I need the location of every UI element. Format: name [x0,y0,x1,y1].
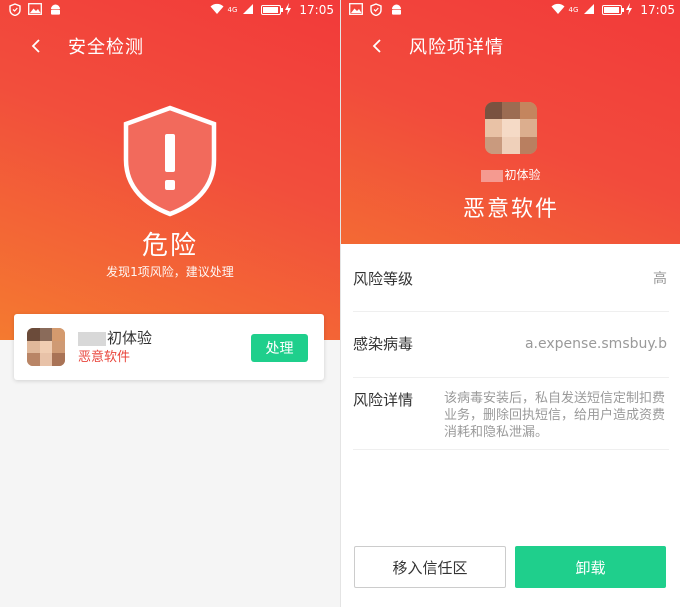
network-type-label: 4G [227,6,238,14]
wifi-icon [551,3,565,17]
blurred-name-part [481,169,504,182]
handle-button[interactable]: 处理 [251,334,308,362]
status-time: 17:05 [299,3,334,17]
shield-icon [8,3,22,17]
page-title: 风险项详情 [409,37,504,58]
top-nav: 风险项详情 [341,30,680,66]
image-icon [349,3,363,17]
wifi-icon [210,3,224,17]
blurred-name-part [78,331,106,346]
detail-app-name: 初体验 [341,167,680,183]
app-name-text: 初体验 [107,329,153,347]
risk-description-value: 该病毒安装后，私自发送短信定制扣费业务，删除回执短信，给用户造成资费消耗和隐私泄… [444,391,666,440]
status-time: 17:05 [640,3,675,17]
back-button[interactable] [363,34,391,62]
signal-icon [241,3,255,17]
shield-icon [369,3,383,17]
app-name-text: 初体验 [504,168,541,182]
risk-level-value: 高 [653,271,667,287]
warning-shield-icon [120,104,220,218]
charging-icon [626,3,633,17]
status-bar: 4G 17:05 [341,0,680,20]
chevron-left-icon [31,39,40,53]
back-button[interactable] [22,34,50,62]
app-name: 初体验 [78,329,152,347]
risk-type-title: 恶意软件 [462,197,559,222]
uninstall-button[interactable]: 卸载 [515,546,666,588]
android-icon [48,3,62,17]
top-nav: 安全检测 [0,30,340,66]
risk-detail-screen: 4G 17:05 风险项详情 初体验 恶意软件 风险等级 高 感染病毒 a.ex… [340,0,680,607]
risk-app-card[interactable]: 初体验 恶意软件 处理 [14,314,324,380]
chevron-left-icon [372,39,381,53]
risk-description-row: 风险详情 该病毒安装后，私自发送短信定制扣费业务，删除回执短信，给用户造成资费消… [353,378,669,450]
danger-status-title: 危险 [141,231,198,261]
risk-description-label: 风险详情 [353,391,414,409]
virus-name-label: 感染病毒 [353,335,414,353]
charging-icon [285,3,292,17]
signal-icon [582,3,596,17]
status-bar: 4G 17:05 [0,0,340,20]
move-to-trust-button[interactable]: 移入信任区 [354,546,506,588]
battery-icon [261,5,284,15]
danger-status-subtitle: 发现1项风险，建议处理 [106,265,234,279]
risk-level-label: 风险等级 [353,270,414,288]
virus-name-row: 感染病毒 a.expense.smsbuy.b [353,312,669,378]
security-scan-screen: 4G 17:05 安全检测 危险 发现1项风险，建议处理 初体验 恶意软件 处理 [0,0,340,607]
risk-level-row: 风险等级 高 [353,244,669,312]
virus-name-value: a.expense.smsbuy.b [524,336,667,352]
android-icon [389,3,403,17]
risk-type-label: 恶意软件 [78,350,131,365]
network-type-label: 4G [568,6,579,14]
battery-icon [602,5,625,15]
image-icon [28,3,42,17]
page-title: 安全检测 [68,37,144,58]
app-icon [27,328,65,366]
app-icon [485,102,537,154]
